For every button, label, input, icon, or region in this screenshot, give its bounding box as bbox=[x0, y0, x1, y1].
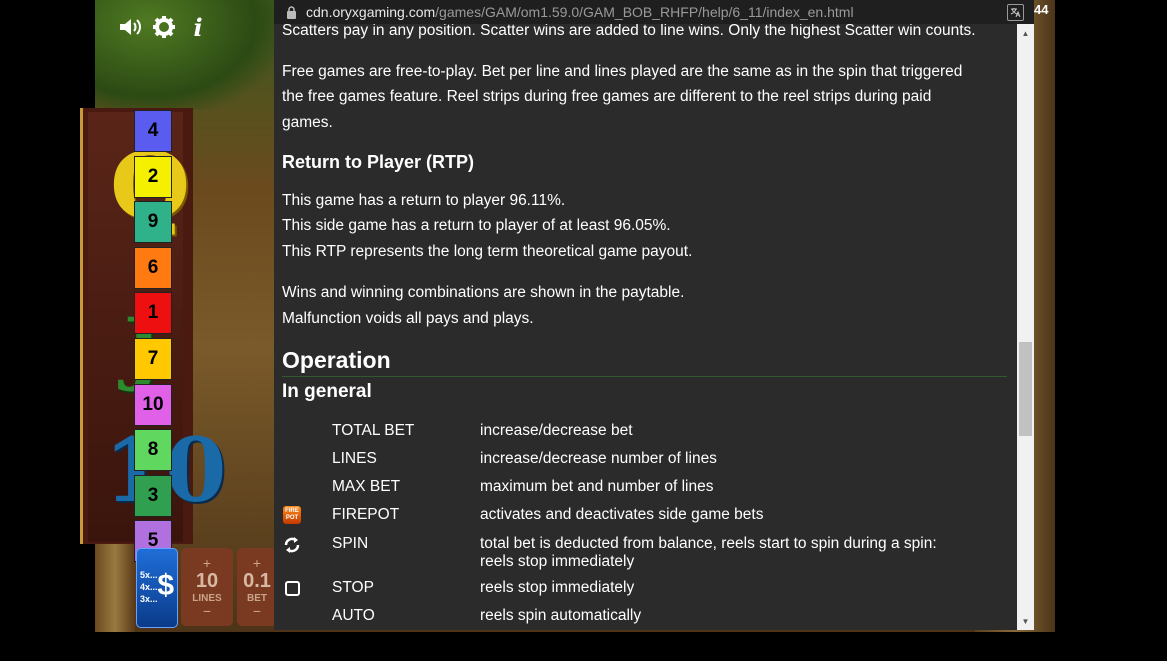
lines-minus-button[interactable]: − bbox=[203, 604, 211, 618]
free-games-line-3: games. bbox=[282, 114, 333, 131]
speaker-icon[interactable] bbox=[118, 14, 142, 40]
control-desc: activates and deactivates side game bets bbox=[480, 506, 764, 523]
firepot-icon: FIRE POT bbox=[282, 505, 302, 525]
payline-number[interactable]: 8 bbox=[134, 429, 172, 472]
control-name: TOTAL BET bbox=[332, 422, 415, 439]
payline-number[interactable]: 1 bbox=[134, 292, 172, 335]
multiplier-4x: 4x... bbox=[140, 582, 158, 592]
lines-value: 10 bbox=[195, 570, 219, 592]
rtp-heading: Return to Player (RTP) bbox=[282, 152, 475, 172]
control-name: FIREPOT bbox=[332, 506, 400, 523]
address-bar[interactable]: cdn.oryxgaming.com/games/GAM/om1.59.0/GA… bbox=[274, 0, 1034, 24]
lock-icon[interactable] bbox=[286, 5, 298, 19]
scroll-down-icon[interactable]: ▼ bbox=[1017, 614, 1034, 628]
control-name: STOP bbox=[332, 579, 374, 596]
control-name: SPIN bbox=[332, 535, 369, 552]
control-desc: increase/decrease bet bbox=[480, 422, 633, 439]
payline-number[interactable]: 10 bbox=[134, 383, 172, 426]
operation-heading: Operation bbox=[282, 347, 391, 373]
bet-minus-button[interactable]: − bbox=[253, 604, 261, 618]
game-toolbar: i bbox=[118, 13, 210, 42]
general-heading: In general bbox=[282, 381, 372, 402]
payline-number[interactable]: 4 bbox=[134, 110, 172, 152]
multiplier-5x: 5x... bbox=[140, 570, 158, 580]
max-bet-button[interactable]: 5x... 4x... 3x... $ bbox=[136, 548, 178, 628]
url-path: /games/GAM/om1.59.0/GAM_BOB_RHFP/help/6_… bbox=[435, 4, 854, 20]
scatter-text: Scatters pay in any position. Scatter wi… bbox=[282, 24, 976, 39]
wins-line-1: Wins and winning combinations are shown … bbox=[282, 284, 685, 301]
bottom-black-bar bbox=[0, 632, 1167, 661]
lines-plus-button[interactable]: + bbox=[203, 556, 211, 570]
gear-icon[interactable] bbox=[152, 14, 176, 40]
help-scrollbar[interactable]: ▲ ▼ bbox=[1017, 24, 1034, 630]
bet-plus-button[interactable]: + bbox=[253, 556, 261, 570]
payline-number[interactable]: 3 bbox=[134, 474, 172, 517]
multiplier-3x: 3x... bbox=[140, 594, 158, 604]
control-name: AUTO bbox=[332, 607, 375, 624]
multiplier-list: 5x... 4x... 3x... bbox=[140, 569, 158, 605]
control-desc: increase/decrease number of lines bbox=[480, 450, 717, 467]
bet-value: 0.1 bbox=[243, 570, 271, 592]
scrollbar-thumb[interactable] bbox=[1019, 342, 1032, 436]
tab-count: 44 bbox=[1034, 2, 1049, 17]
section-divider bbox=[282, 376, 1007, 377]
control-name: LINES bbox=[332, 450, 377, 467]
spin-icon bbox=[282, 535, 302, 555]
control-name: MAX BET bbox=[332, 478, 401, 495]
free-games-line-1: Free games are free-to-play. Bet per lin… bbox=[282, 63, 963, 80]
payline-numbers: 4 2 9 6 1 7 10 8 3 5 bbox=[134, 110, 172, 566]
control-desc: reels spin automatically bbox=[480, 607, 642, 624]
info-icon[interactable]: i bbox=[186, 13, 210, 42]
scroll-up-icon[interactable]: ▲ bbox=[1017, 26, 1034, 40]
bet-control[interactable]: + 0.1 BET − bbox=[237, 548, 277, 626]
stop-icon bbox=[282, 578, 302, 598]
free-games-line-2: the free games feature. Reel strips duri… bbox=[282, 88, 932, 105]
dollar-icon: $ bbox=[157, 569, 174, 602]
rtp-line-3: This RTP represents the long term theore… bbox=[282, 243, 693, 260]
payline-number[interactable]: 2 bbox=[134, 155, 172, 198]
control-desc: reels stop immediately bbox=[480, 579, 635, 596]
payline-number[interactable]: 7 bbox=[134, 337, 172, 380]
wins-line-2: Malfunction voids all pays and plays. bbox=[282, 310, 534, 327]
control-desc: total bet is deducted from balance, reel… bbox=[480, 535, 937, 570]
translate-icon[interactable] bbox=[1007, 4, 1024, 21]
lines-control[interactable]: + 10 LINES − bbox=[181, 548, 233, 626]
url-host: cdn.oryxgaming.com bbox=[306, 4, 436, 20]
rtp-line-1: This game has a return to player 96.11%. bbox=[282, 192, 566, 209]
payline-number[interactable]: 6 bbox=[134, 246, 172, 289]
control-desc: maximum bet and number of lines bbox=[480, 478, 714, 495]
payline-number[interactable]: 9 bbox=[134, 201, 172, 244]
rtp-line-2: This side game has a return to player of… bbox=[282, 217, 671, 234]
help-panel[interactable]: Scatters pay in any position. Scatter wi… bbox=[274, 24, 1017, 630]
